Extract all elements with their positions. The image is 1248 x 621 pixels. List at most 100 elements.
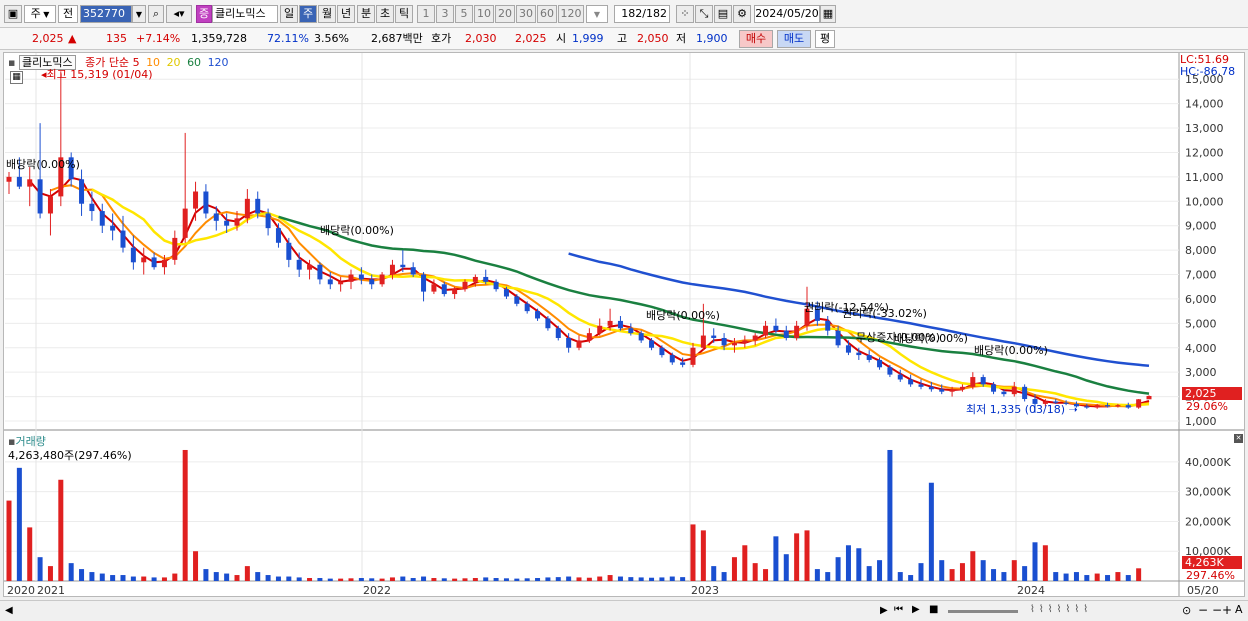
interval-3[interactable]: 3 — [436, 5, 454, 23]
interval-120[interactable]: 120 — [558, 5, 584, 23]
period-tab-label: 주 — [302, 7, 314, 20]
candle-body — [783, 330, 789, 338]
date-input[interactable]: 2024/05/20 — [754, 5, 820, 23]
candle-body — [99, 211, 105, 226]
buy-button[interactable]: 매수 — [739, 30, 773, 48]
calendar-icon[interactable]: ▦ — [820, 5, 836, 23]
volume-bar — [37, 557, 43, 581]
interval-60[interactable]: 60 — [537, 5, 557, 23]
volume-bar — [1022, 566, 1028, 581]
stop-icon[interactable]: ■ — [929, 604, 938, 615]
candle-body — [296, 259, 302, 270]
window-icon[interactable]: ▣ — [4, 5, 22, 23]
candle-body — [255, 198, 261, 214]
table-toggle-icon[interactable]: ▦ — [10, 71, 23, 84]
candle-body — [1084, 406, 1090, 408]
zoom-out-icon[interactable]: − — [1198, 603, 1208, 617]
period-tab-minute[interactable]: 분 — [357, 5, 375, 23]
sell-button[interactable]: 매도 — [777, 30, 811, 48]
prev-select[interactable]: 전 — [58, 5, 78, 23]
settings-icon[interactable]: ⚙ — [733, 5, 751, 23]
volume-bar — [752, 563, 758, 581]
interval-10[interactable]: 10 — [474, 5, 494, 23]
zoom-icon[interactable]: ⊙ — [1182, 604, 1191, 617]
candle-body — [659, 347, 665, 356]
interval-20[interactable]: 20 — [495, 5, 515, 23]
zoom-slider[interactable] — [948, 610, 1018, 613]
volume-bar — [6, 500, 12, 581]
candle-body — [566, 337, 572, 348]
price-axis-label: 3,000 — [1185, 366, 1217, 379]
price-axis-label: 6,000 — [1185, 293, 1217, 306]
scroll-right-icon[interactable]: ▶ — [880, 605, 888, 616]
interval-5[interactable]: 5 — [455, 5, 473, 23]
volume-bar — [742, 545, 748, 581]
volume-bar — [825, 572, 831, 581]
volume-bar — [991, 569, 997, 581]
candle-body — [379, 274, 385, 285]
period-tab-month[interactable]: 월 — [318, 5, 336, 23]
period-tab-year[interactable]: 년 — [337, 5, 355, 23]
code-input[interactable]: 352770 — [80, 5, 132, 23]
jump-start-icon[interactable]: ⏮ — [894, 604, 903, 615]
speaker-icon[interactable]: ◂▾ — [166, 5, 192, 23]
high-price: 2,050 — [637, 32, 669, 45]
period-tab-week[interactable]: 주 — [299, 5, 317, 23]
ma-20-label: 20 — [166, 56, 181, 69]
event-annotation: 배당락(0.00%) — [646, 309, 720, 322]
panel-close-icon[interactable]: ✕ — [1234, 434, 1243, 443]
volume-bar — [887, 449, 893, 581]
dots-icon[interactable]: ⁘ — [676, 5, 694, 23]
price-axis-label: 12,000 — [1185, 146, 1224, 159]
candle-body — [441, 284, 447, 295]
high-marker: ◂최고 15,319 (01/04) — [41, 66, 153, 82]
candle-body — [1105, 405, 1111, 407]
chart-tools-icon[interactable]: ⌇⌇⌇⌇⌇⌇⌇ — [1030, 604, 1092, 615]
stock-name: 클리노믹스 — [215, 7, 266, 20]
candle-body — [348, 274, 354, 282]
interval-custom-select[interactable]: ▼ — [586, 5, 608, 23]
volume-bar — [89, 572, 95, 581]
interval-label: 30 — [519, 7, 533, 20]
eval-button[interactable]: 평 — [815, 30, 835, 48]
play-icon[interactable]: ▶ — [912, 604, 920, 615]
current-price-tag: 2,025 — [1182, 387, 1242, 400]
volume-bar — [452, 578, 458, 581]
volume-bar — [970, 551, 976, 581]
count-input[interactable]: 182/182 — [614, 5, 670, 23]
scroll-left-icon[interactable]: ◀ — [5, 605, 13, 616]
chart-panel[interactable]: 15,000 14,000 13,000 12,000 11,000 10,000 9,00… — [3, 52, 1245, 597]
chart-tool-icon[interactable]: ⤡ — [695, 5, 713, 23]
volume-bar — [586, 577, 592, 581]
period-tab-second[interactable]: 초 — [376, 5, 394, 23]
interval-30[interactable]: 30 — [516, 5, 536, 23]
volume-bar — [783, 554, 789, 581]
interval-1[interactable]: 1 — [417, 5, 435, 23]
stock-badge: 증 — [196, 5, 212, 23]
dash-icon[interactable]: − — [1212, 603, 1222, 617]
volume-bar — [794, 533, 800, 581]
volume-bar — [120, 575, 126, 581]
save-icon[interactable]: ▤ — [714, 5, 732, 23]
search-icon[interactable]: ⌕ — [148, 5, 164, 23]
code-dropdown-button[interactable]: ▼ — [132, 5, 146, 23]
candle-body — [939, 389, 945, 392]
volume-bar — [1032, 542, 1038, 581]
market-select[interactable]: 주 ▼ — [24, 5, 56, 23]
auto-scale-icon[interactable]: A — [1235, 603, 1243, 616]
volume-bar — [244, 566, 250, 581]
period-tab-day[interactable]: 일 — [280, 5, 298, 23]
price-volume-chart[interactable]: 15,00014,00013,00012,00011,00010,0009,00… — [4, 53, 1244, 596]
zoom-in-icon[interactable]: + — [1222, 603, 1232, 617]
count-total: /182 — [642, 7, 667, 20]
date-value: 2024/05/20 — [755, 7, 819, 20]
candle-body — [265, 213, 271, 229]
candle-body — [835, 330, 841, 346]
candle-body — [400, 264, 406, 268]
candle-body — [27, 179, 33, 187]
high-marker-label: 최고 15,319 (01/04) — [46, 68, 153, 81]
volume-bar — [576, 577, 582, 581]
period-tab-tick[interactable]: 틱 — [395, 5, 413, 23]
volume-bar — [265, 575, 271, 581]
ma-120-label: 120 — [207, 56, 229, 69]
